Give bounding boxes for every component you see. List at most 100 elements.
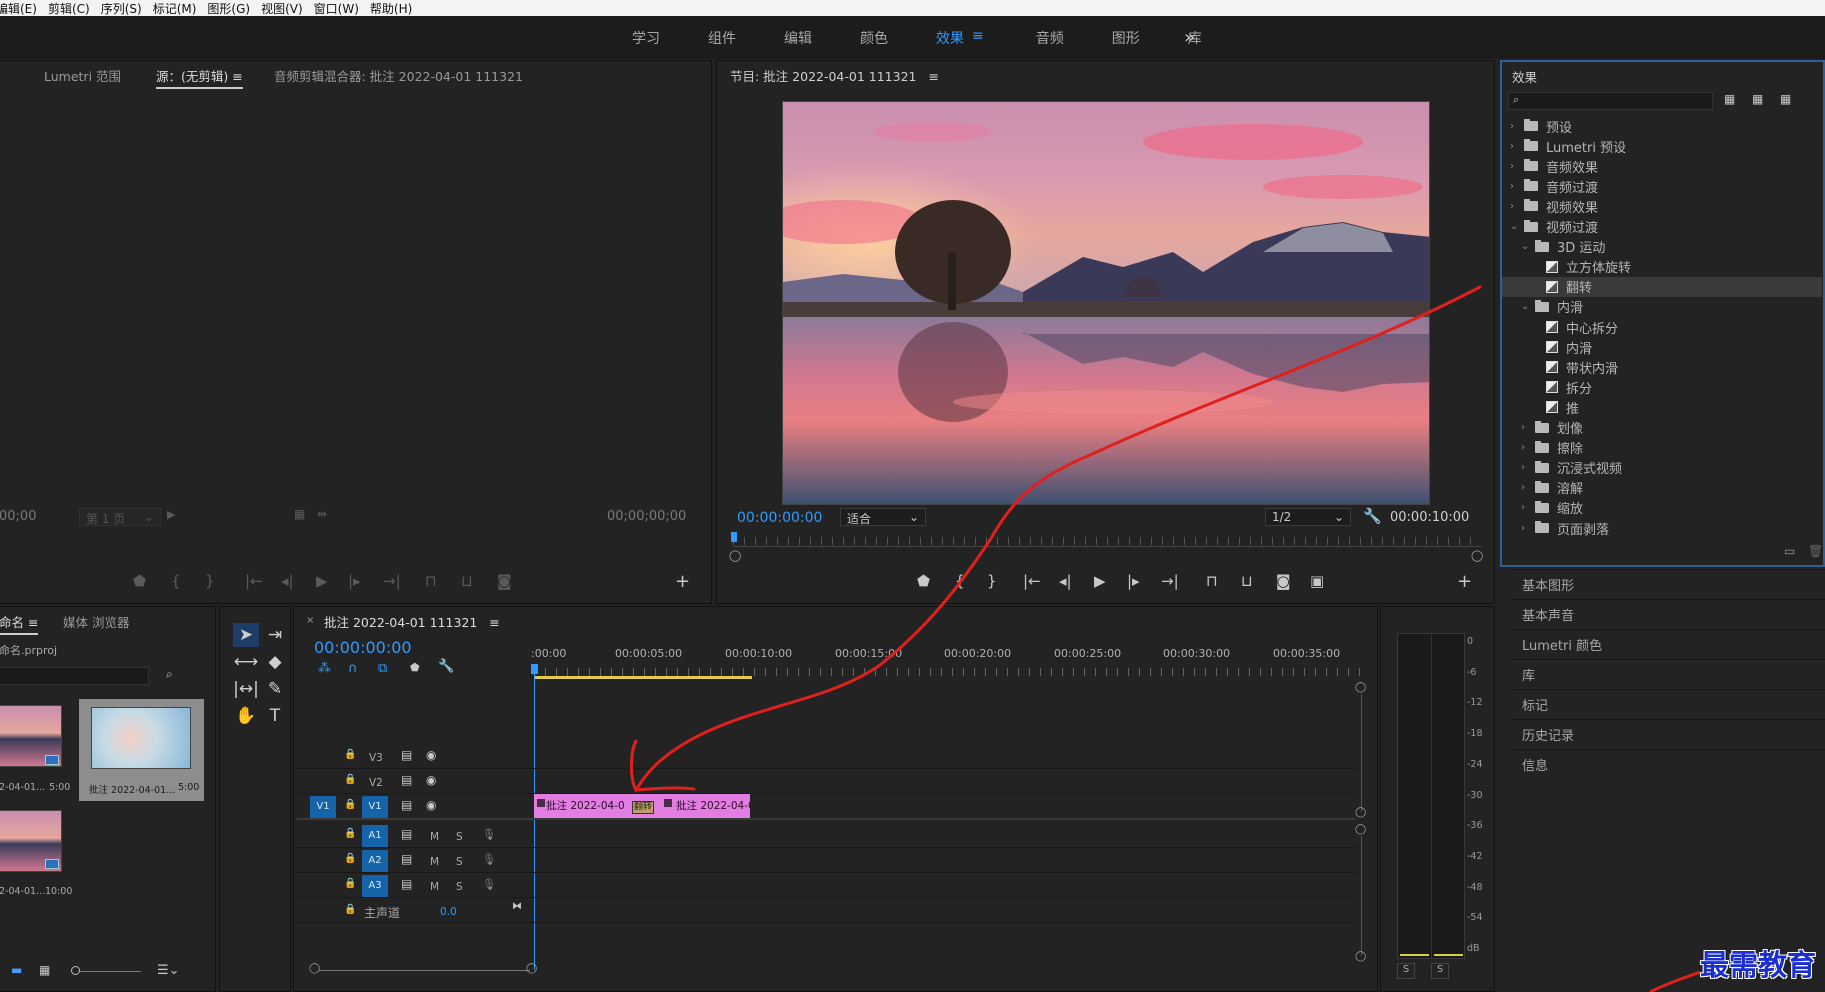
- add-button-icon[interactable]: +: [675, 571, 690, 592]
- effects-tree-item[interactable]: 内滑: [1502, 337, 1822, 357]
- delete-icon[interactable]: 🗑: [1808, 544, 1823, 558]
- side-panel-tab[interactable]: 历史记录: [1512, 719, 1825, 748]
- side-panel-tab[interactable]: 基本声音: [1512, 599, 1825, 628]
- timeline-vscroll[interactable]: [1361, 836, 1362, 956]
- chevron-right-icon[interactable]: ›: [1521, 462, 1535, 473]
- video-clip-2[interactable]: 批注 2022-04-0: [652, 794, 750, 818]
- track-a2-target[interactable]: A2: [362, 850, 388, 872]
- effects-tree-item[interactable]: ⌄ 3D 运动: [1502, 237, 1822, 257]
- work-area-bar[interactable]: [534, 676, 752, 679]
- effects-tree-item[interactable]: 拆分: [1502, 377, 1822, 397]
- chevron-right-icon[interactable]: ›: [1510, 121, 1524, 132]
- eye-icon[interactable]: ◉: [426, 748, 436, 762]
- timeline-vscroll-handle[interactable]: ◯: [1355, 682, 1366, 693]
- timeline-tab[interactable]: 批注 2022-04-01 111321 ≡: [324, 612, 500, 631]
- lock-icon[interactable]: 🔒: [344, 799, 356, 810]
- go-to-end-icon[interactable]: ⧓: [512, 901, 522, 912]
- transition-flip[interactable]: 翻转: [632, 801, 654, 814]
- tab-source[interactable]: 源：(无剪辑) ≡: [156, 66, 243, 89]
- go-to-in-icon[interactable]: |←: [1023, 572, 1041, 590]
- zoom-right-handle[interactable]: ◯: [1471, 549, 1483, 562]
- lock-icon[interactable]: 🔒: [344, 878, 356, 889]
- menu-help[interactable]: 帮助(H): [370, 0, 412, 17]
- timeline-ruler-ticks[interactable]: [534, 668, 1360, 676]
- menu-edit[interactable]: 编辑(E): [0, 0, 37, 17]
- side-panel-tab[interactable]: 标记: [1512, 689, 1825, 718]
- program-timecode[interactable]: 00:00:00:00: [737, 510, 822, 526]
- camera-icon[interactable]: ◙: [1276, 572, 1291, 590]
- play-icon[interactable]: ▶: [316, 572, 328, 590]
- chevron-right-icon[interactable]: ›: [1521, 502, 1535, 513]
- effects-tree-item[interactable]: › 音频过渡: [1502, 176, 1822, 196]
- step-forward-icon[interactable]: |▸: [1127, 572, 1140, 590]
- effects-tree-item[interactable]: › 页面剥落: [1502, 518, 1822, 538]
- timeline-close-icon[interactable]: ×: [306, 615, 314, 626]
- sync-lock-icon[interactable]: ▤: [401, 773, 412, 787]
- add-button-icon[interactable]: +: [1457, 571, 1472, 592]
- effects-search-input[interactable]: ⌕: [1508, 92, 1713, 110]
- effects-tree-item[interactable]: ⌄ 视频过渡: [1502, 217, 1822, 237]
- lock-icon[interactable]: 🔒: [344, 749, 356, 760]
- icon-view-icon[interactable]: ▦: [39, 963, 50, 977]
- 32bit-icon[interactable]: ▦: [1752, 92, 1763, 106]
- zoom-left-handle[interactable]: ◯: [729, 549, 741, 562]
- play-icon[interactable]: ▶: [1094, 572, 1106, 590]
- workspace-effects[interactable]: 效果: [936, 28, 964, 48]
- timeline-timecode[interactable]: 00:00:00:00: [314, 638, 412, 657]
- effects-tree-item[interactable]: 立方体旋转: [1502, 257, 1822, 277]
- zoom-slider[interactable]: [71, 966, 141, 975]
- eye-icon[interactable]: ◉: [426, 773, 436, 787]
- effects-tree-item[interactable]: › 预设: [1502, 116, 1822, 136]
- workspace-learning[interactable]: 学习: [632, 28, 660, 48]
- menu-markers[interactable]: 标记(M): [153, 0, 197, 17]
- go-to-in-icon[interactable]: |←: [245, 572, 263, 590]
- project-search-input[interactable]: [0, 667, 149, 685]
- chevron-down-icon[interactable]: ⌄: [1521, 301, 1535, 312]
- side-panel-tab[interactable]: 信息: [1512, 749, 1825, 778]
- comparison-view-icon[interactable]: ▣: [1310, 572, 1324, 590]
- timeline-hscroll[interactable]: [318, 970, 530, 971]
- effects-tree-item[interactable]: › 音频效果: [1502, 156, 1822, 176]
- step-back-icon[interactable]: ◂|: [1059, 572, 1072, 590]
- add-marker-icon[interactable]: ⬟: [917, 572, 930, 590]
- slip-tool-icon[interactable]: |↔|: [233, 677, 259, 701]
- hand-tool-icon[interactable]: ✋: [233, 704, 259, 728]
- side-panel-tab[interactable]: Lumetri 颜色: [1512, 629, 1825, 658]
- solo-button[interactable]: S: [456, 881, 463, 893]
- chevron-right-icon[interactable]: ›: [1521, 422, 1535, 433]
- track-a3-target[interactable]: A3: [362, 875, 388, 897]
- new-bin-icon[interactable]: ▦: [1724, 92, 1735, 106]
- wrench-icon[interactable]: 🔧: [1363, 507, 1382, 525]
- insert-icon[interactable]: ⊓: [425, 572, 437, 590]
- find-icon[interactable]: ⌕: [166, 667, 173, 682]
- sync-lock-icon[interactable]: ▤: [401, 852, 412, 866]
- mark-in-icon[interactable]: {: [955, 572, 965, 590]
- sort-icon[interactable]: ☰⌄: [157, 963, 180, 978]
- tab-menu-icon[interactable]: ≡: [232, 69, 242, 84]
- wrench-icon[interactable]: 🔧: [438, 659, 454, 674]
- timeline-hscroll-handle[interactable]: ◯: [526, 963, 537, 974]
- effects-tree-item[interactable]: ⌄ 内滑: [1502, 297, 1822, 317]
- workspace-audio[interactable]: 音频: [1036, 28, 1064, 48]
- selection-tool-icon[interactable]: ➤: [233, 623, 259, 647]
- effects-tree-item[interactable]: 中心拆分: [1502, 317, 1822, 337]
- go-to-out-icon[interactable]: →|: [383, 572, 401, 590]
- lock-icon[interactable]: 🔒: [344, 774, 356, 785]
- effects-tree-item[interactable]: 翻转: [1502, 276, 1822, 297]
- effects-tree-item[interactable]: › 沉浸式视频: [1502, 458, 1822, 478]
- source-patch-v1[interactable]: V1: [310, 796, 336, 818]
- tab-project[interactable]: 命名 ≡: [0, 612, 39, 635]
- tab-menu-icon[interactable]: ≡: [28, 615, 38, 630]
- effects-tree-item[interactable]: › 缩放: [1502, 498, 1822, 518]
- playhead-marker-icon[interactable]: [531, 664, 538, 674]
- effects-tree-item[interactable]: 推: [1502, 397, 1822, 417]
- mark-in-icon[interactable]: {: [171, 572, 181, 590]
- track-v1-target[interactable]: V1: [362, 796, 388, 818]
- new-folder-icon[interactable]: ▭: [1784, 544, 1795, 558]
- mark-out-icon[interactable]: }: [205, 572, 215, 590]
- sync-lock-icon[interactable]: ▤: [401, 748, 412, 762]
- lock-icon[interactable]: 🔒: [344, 853, 356, 864]
- timeline-vscroll-handle[interactable]: ◯: [1355, 824, 1366, 835]
- play-small-icon[interactable]: ▶: [167, 508, 175, 521]
- step-forward-icon[interactable]: |▸: [348, 572, 361, 590]
